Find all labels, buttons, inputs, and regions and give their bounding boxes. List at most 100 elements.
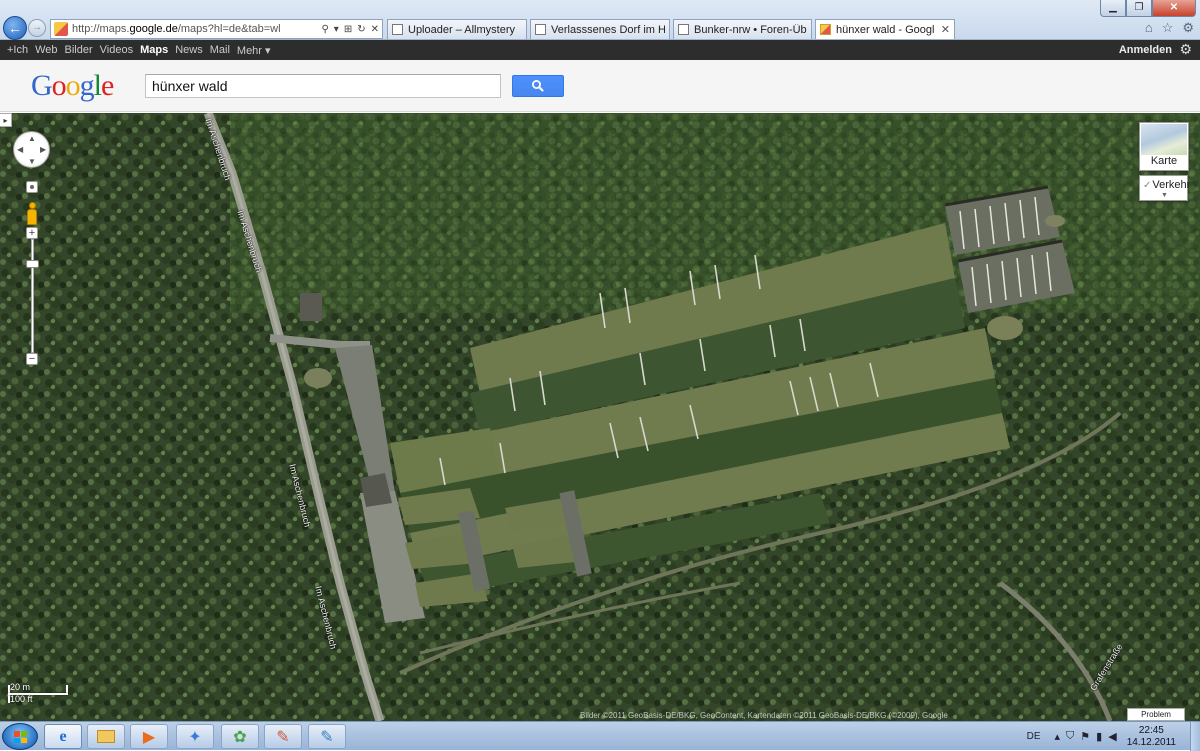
tab-bunker-nrw[interactable]: Bunker-nrw • Foren-Übersicht xyxy=(673,19,812,39)
search-header: Google xyxy=(0,60,1200,112)
zoom-out-button[interactable]: − xyxy=(26,353,38,365)
zoom-slider-thumb[interactable] xyxy=(26,260,39,268)
gbar-item-videos[interactable]: Videos xyxy=(100,44,133,56)
checkbox-icon[interactable]: ✓ xyxy=(1143,180,1151,191)
map-scale: 20 m 100 ft xyxy=(6,682,68,706)
zoom-slider-track[interactable] xyxy=(31,239,34,353)
messenger-icon[interactable]: ✿ xyxy=(221,724,259,749)
tab-uploader[interactable]: Uploader – Allmystery xyxy=(387,19,527,39)
pan-control[interactable]: ▲ ▼ ◀ ▶ xyxy=(13,131,50,168)
clock[interactable]: 22:45 14.12.2011 xyxy=(1127,725,1176,749)
tab-google-maps[interactable]: hünxer wald - Google Maps ✕ xyxy=(815,19,955,39)
search-input[interactable] xyxy=(145,74,501,98)
dropdown-icon[interactable]: ▾ xyxy=(334,24,339,35)
gbar-item-mail[interactable]: Mail xyxy=(210,44,230,56)
compatibility-icon[interactable]: ⊞ xyxy=(344,24,352,35)
page-favicon-icon xyxy=(678,24,689,35)
refresh-icon[interactable]: ↻ xyxy=(357,24,365,35)
url-domain: google.de xyxy=(129,23,178,35)
close-window-icon[interactable]: ✕ xyxy=(1152,0,1196,17)
show-desktop-button[interactable] xyxy=(1190,722,1200,751)
clearing xyxy=(987,316,1023,340)
pan-up-icon[interactable]: ▲ xyxy=(28,134,36,143)
gbar-item-web[interactable]: Web xyxy=(35,44,57,56)
volume-icon[interactable]: ◀ xyxy=(1108,730,1116,743)
restore-icon[interactable]: ❐ xyxy=(1126,0,1152,17)
scale-metric: 20 m xyxy=(10,682,31,692)
browser-tabs: Uploader – Allmystery Verlasssenes Dorf … xyxy=(387,19,958,39)
home-icon[interactable]: ⌂ xyxy=(1145,20,1153,36)
gbar-item-bilder[interactable]: Bilder xyxy=(65,44,93,56)
building xyxy=(300,293,322,321)
address-url[interactable]: http://maps.google.de/maps?hl=de&tab=wl xyxy=(72,23,321,35)
traffic-label: Verkehr xyxy=(1152,179,1191,191)
language-indicator[interactable]: DE xyxy=(1027,731,1041,742)
tab-label: Verlasssenes Dorf im Hünxerw... xyxy=(551,23,665,36)
show-hidden-icons-icon[interactable]: ▴ xyxy=(1055,730,1061,743)
paint-icon[interactable]: ✎ xyxy=(264,724,302,749)
shield-icon[interactable]: ⛉ xyxy=(1066,730,1074,743)
clearing xyxy=(1045,215,1065,227)
tab-verlassenes-dorf[interactable]: Verlasssenes Dorf im Hünxerw... xyxy=(530,19,670,39)
minimize-icon[interactable]: ▁ xyxy=(1100,0,1126,17)
google-nav-bar: +Ich Web Bilder Videos Maps News Mail Me… xyxy=(0,40,1200,60)
search-magnifier-icon xyxy=(532,80,544,92)
map-type-label: Karte xyxy=(1150,155,1178,167)
windows-taskbar: e ▶ ✦ ✿ ✎ ✎ DE ▴ ⛉ ⚑ ▮ ◀ 22:45 14.12.201… xyxy=(0,721,1200,751)
network-signal-icon[interactable]: ▮ xyxy=(1096,730,1102,743)
forward-arrow-icon[interactable]: → xyxy=(28,19,46,37)
address-bar[interactable]: http://maps.google.de/maps?hl=de&tab=wl … xyxy=(50,19,383,39)
address-tools: ⚲ ▾ ⊞ ↻ ✕ xyxy=(321,24,379,35)
pan-right-icon[interactable]: ▶ xyxy=(40,145,46,154)
window-controls: ▁ ❐ ✕ xyxy=(1100,0,1196,17)
tray-icons: ▴ ⛉ ⚑ ▮ ◀ xyxy=(1055,730,1117,743)
search-button[interactable] xyxy=(512,75,564,97)
zoom-in-button[interactable]: + xyxy=(26,227,38,239)
system-tray: DE ▴ ⛉ ⚑ ▮ ◀ 22:45 14.12.2011 xyxy=(1027,722,1200,751)
internet-explorer-icon[interactable]: e xyxy=(44,724,82,749)
paint-icon[interactable]: ✎ xyxy=(308,724,346,749)
signin-link[interactable]: Anmelden xyxy=(1119,44,1172,56)
media-player-icon[interactable]: ▶ xyxy=(130,724,168,749)
stop-icon[interactable]: ✕ xyxy=(371,24,379,35)
browser-right-tools: ⌂ ☆ ⚙ xyxy=(1145,20,1194,36)
file-explorer-icon[interactable] xyxy=(87,724,125,749)
clock-date: 14.12.2011 xyxy=(1126,736,1176,748)
page-favicon-icon xyxy=(535,24,546,35)
pan-down-icon[interactable]: ▼ xyxy=(28,157,36,166)
gear-icon[interactable]: ⚙ xyxy=(1179,41,1192,58)
tab-label: Bunker-nrw • Foren-Übersicht xyxy=(694,23,807,36)
map-thumbnail-icon xyxy=(1141,124,1187,155)
map-canvas[interactable]: ▸ ▲ ▼ ◀ ▶ + − Karte ✓Verkehr ▼ Im Aschen… xyxy=(0,113,1200,721)
google-logo[interactable]: Google xyxy=(31,69,114,103)
scale-imperial: 100 ft xyxy=(10,694,33,704)
google-maps-favicon-icon xyxy=(820,24,831,35)
flag-icon[interactable]: ⚑ xyxy=(1080,730,1090,743)
location-dot-icon[interactable] xyxy=(26,181,38,193)
gbar-item-ich[interactable]: +Ich xyxy=(7,44,28,56)
search-icon[interactable]: ⚲ xyxy=(321,24,328,35)
pegman-icon[interactable] xyxy=(27,202,37,226)
gbar-item-news[interactable]: News xyxy=(175,44,203,56)
close-tab-icon[interactable]: ✕ xyxy=(941,23,950,36)
tab-label: hünxer wald - Google Maps xyxy=(836,23,935,36)
report-problem-button[interactable]: Problem melden xyxy=(1127,708,1185,721)
side-panel-toggle[interactable]: ▸ xyxy=(0,113,12,127)
start-button[interactable] xyxy=(2,723,38,750)
browser-titlebar: ▁ ❐ ✕ ← → http://maps.google.de/maps?hl=… xyxy=(0,0,1200,40)
map-copyright: Bilder ©2011 GeoBasis-DE/BKG, GeoContent… xyxy=(580,711,948,720)
url-path: /maps?hl=de&tab=wl xyxy=(177,23,281,35)
favorites-star-icon[interactable]: ☆ xyxy=(1162,20,1174,36)
clearing xyxy=(304,368,332,388)
chevron-down-icon[interactable]: ▼ xyxy=(1161,192,1168,199)
site-favicon-icon xyxy=(54,22,68,36)
network-tool-icon[interactable]: ✦ xyxy=(176,724,214,749)
map-type-button[interactable]: Karte xyxy=(1139,122,1189,171)
gbar-item-maps[interactable]: Maps xyxy=(140,44,168,56)
back-arrow-icon[interactable]: ← xyxy=(3,16,27,40)
traffic-button[interactable]: ✓Verkehr ▼ xyxy=(1139,175,1191,201)
windows-logo-icon xyxy=(14,731,27,743)
pan-left-icon[interactable]: ◀ xyxy=(17,145,23,154)
settings-gear-icon[interactable]: ⚙ xyxy=(1182,20,1194,36)
gbar-item-mehr[interactable]: Mehr ▾ xyxy=(237,44,271,57)
